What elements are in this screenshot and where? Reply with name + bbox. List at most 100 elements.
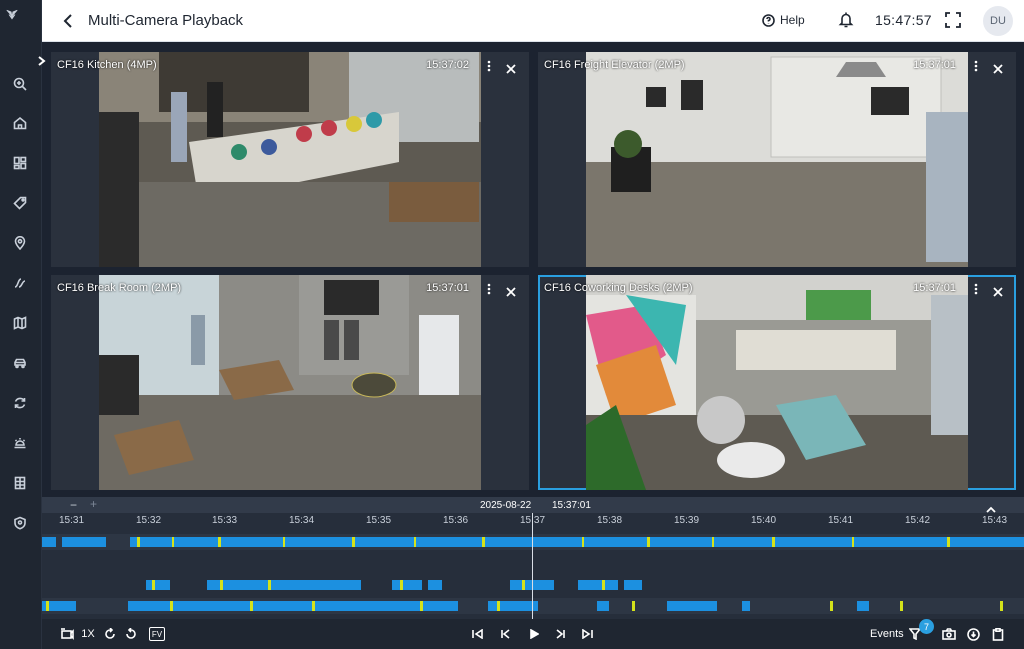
motion-segment[interactable] bbox=[207, 580, 361, 590]
event-segment[interactable] bbox=[482, 537, 485, 547]
clipboard-icon[interactable] bbox=[990, 627, 1006, 641]
help-button[interactable]: Help bbox=[762, 13, 805, 27]
step-forward-icon[interactable] bbox=[553, 627, 567, 641]
motion-segment[interactable] bbox=[857, 601, 869, 611]
home-icon[interactable] bbox=[9, 112, 31, 134]
event-segment[interactable] bbox=[497, 601, 500, 611]
close-icon[interactable] bbox=[993, 61, 1003, 74]
event-segment[interactable] bbox=[1000, 601, 1003, 611]
event-segment[interactable] bbox=[152, 580, 155, 590]
motion-segment[interactable] bbox=[624, 580, 642, 590]
event-segment[interactable] bbox=[632, 601, 635, 611]
skip-start-icon[interactable] bbox=[470, 627, 484, 641]
event-segment[interactable] bbox=[647, 537, 650, 547]
motion-segment[interactable] bbox=[742, 601, 750, 611]
motion-segment[interactable] bbox=[62, 537, 106, 547]
building-icon[interactable] bbox=[9, 472, 31, 494]
event-segment[interactable] bbox=[268, 580, 271, 590]
track-break-room[interactable] bbox=[42, 577, 1024, 593]
camera-snapshot-icon[interactable] bbox=[941, 627, 957, 641]
playhead[interactable] bbox=[532, 513, 533, 619]
event-segment[interactable] bbox=[420, 601, 423, 611]
event-segment[interactable] bbox=[900, 601, 903, 611]
alarm-icon[interactable] bbox=[9, 432, 31, 454]
dashboard-icon[interactable] bbox=[9, 152, 31, 174]
more-options-icon[interactable] bbox=[972, 282, 980, 296]
zoom-in-button[interactable]: + bbox=[90, 497, 97, 511]
sync-icon[interactable] bbox=[9, 392, 31, 414]
motion-segment[interactable] bbox=[578, 580, 618, 590]
tick-label: 15:39 bbox=[674, 515, 700, 526]
motion-segment[interactable] bbox=[128, 601, 458, 611]
vehicle-icon[interactable] bbox=[9, 352, 31, 374]
play-icon[interactable] bbox=[527, 627, 541, 641]
camera-tile[interactable]: CF16 Break Room (2MP) 15:37:01 bbox=[51, 275, 529, 490]
event-segment[interactable] bbox=[712, 537, 714, 547]
avatar[interactable]: DU bbox=[983, 6, 1013, 36]
motion-segment[interactable] bbox=[597, 601, 609, 611]
motion-segment[interactable] bbox=[667, 601, 717, 611]
track-kitchen[interactable] bbox=[42, 534, 1024, 550]
playback-speed[interactable]: 1X bbox=[81, 627, 95, 641]
camera-tile[interactable]: CF16 Kitchen (4MP) 15:37:02 bbox=[51, 52, 529, 267]
rewind-icon[interactable] bbox=[103, 627, 117, 641]
event-segment[interactable] bbox=[582, 537, 584, 547]
more-options-icon[interactable] bbox=[972, 59, 980, 73]
close-icon[interactable] bbox=[506, 61, 516, 74]
access-icon[interactable] bbox=[9, 272, 31, 294]
camera-tile-selected[interactable]: CF16 Coworking Desks (2MP) 15:37:01 bbox=[538, 275, 1016, 490]
event-segment[interactable] bbox=[218, 537, 221, 547]
event-segment[interactable] bbox=[400, 580, 403, 590]
timeline[interactable]: − + 2025-08-22 15:37:01 15:31 15:32 15:3… bbox=[42, 497, 1024, 619]
track-coworking-desks[interactable] bbox=[42, 598, 1024, 614]
fv-button[interactable]: FV bbox=[149, 627, 165, 641]
event-segment[interactable] bbox=[830, 601, 833, 611]
skip-end-icon[interactable] bbox=[580, 627, 594, 641]
logo-icon[interactable] bbox=[5, 8, 37, 38]
forward-icon[interactable] bbox=[124, 627, 138, 641]
camera-tile[interactable]: CF16 Freight Elevator (2MP) 15:37:01 bbox=[538, 52, 1016, 267]
chevron-up-icon[interactable] bbox=[986, 501, 996, 513]
event-segment[interactable] bbox=[137, 537, 140, 547]
motion-segment[interactable] bbox=[146, 580, 170, 590]
event-segment[interactable] bbox=[414, 537, 416, 547]
event-segment[interactable] bbox=[46, 601, 49, 611]
download-icon[interactable] bbox=[965, 627, 981, 641]
notification-bell-icon[interactable] bbox=[838, 11, 854, 29]
fullscreen-icon[interactable] bbox=[945, 12, 961, 28]
motion-segment[interactable] bbox=[392, 580, 422, 590]
event-segment[interactable] bbox=[852, 537, 854, 547]
event-segment[interactable] bbox=[602, 580, 605, 590]
motion-segment[interactable] bbox=[42, 537, 56, 547]
back-arrow-icon[interactable] bbox=[60, 12, 76, 30]
event-segment[interactable] bbox=[250, 601, 253, 611]
event-segment[interactable] bbox=[522, 580, 525, 590]
close-icon[interactable] bbox=[993, 284, 1003, 297]
tick-label: 15:41 bbox=[828, 515, 854, 526]
sync-cameras-icon[interactable] bbox=[59, 627, 75, 641]
zoom-out-button[interactable]: − bbox=[70, 498, 77, 512]
event-segment[interactable] bbox=[170, 601, 173, 611]
search-icon[interactable] bbox=[9, 73, 31, 95]
event-segment[interactable] bbox=[772, 537, 775, 547]
event-segment[interactable] bbox=[352, 537, 355, 547]
location-icon[interactable] bbox=[9, 232, 31, 254]
event-segment[interactable] bbox=[947, 537, 950, 547]
more-options-icon[interactable] bbox=[485, 59, 493, 73]
event-segment[interactable] bbox=[172, 537, 174, 547]
event-segment[interactable] bbox=[220, 580, 223, 590]
track-freight-elevator[interactable] bbox=[42, 554, 1024, 570]
map-icon[interactable] bbox=[9, 312, 31, 334]
motion-segment[interactable] bbox=[130, 537, 1024, 547]
step-back-icon[interactable] bbox=[498, 627, 512, 641]
event-segment[interactable] bbox=[312, 601, 315, 611]
events-label[interactable]: Events bbox=[870, 628, 904, 640]
event-segment[interactable] bbox=[283, 537, 285, 547]
tag-icon[interactable] bbox=[9, 192, 31, 214]
motion-segment[interactable] bbox=[488, 601, 538, 611]
shield-icon[interactable] bbox=[9, 512, 31, 534]
more-options-icon[interactable] bbox=[485, 282, 493, 296]
close-icon[interactable] bbox=[506, 284, 516, 297]
motion-segment[interactable] bbox=[428, 580, 442, 590]
expand-nav-icon[interactable] bbox=[35, 54, 47, 68]
